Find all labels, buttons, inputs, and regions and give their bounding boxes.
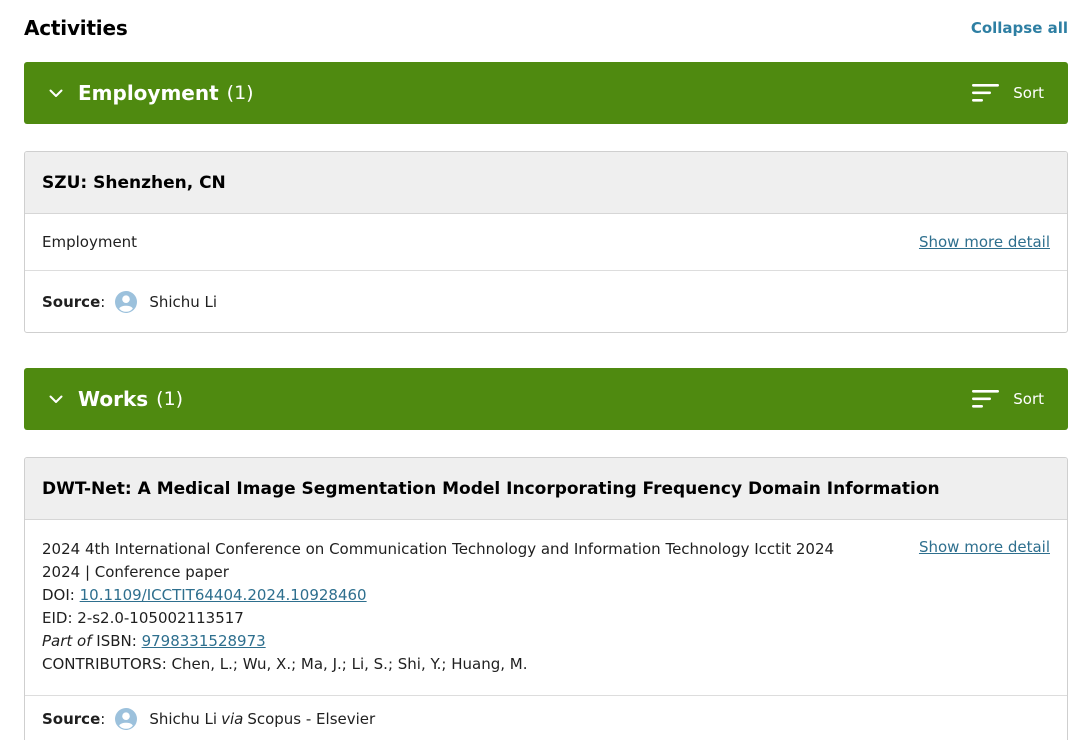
employment-sort-button[interactable]: Sort [971, 82, 1044, 104]
employment-section-header[interactable]: Employment (1) Sort [24, 62, 1068, 124]
chevron-down-icon[interactable] [48, 85, 64, 101]
works-section-count: (1) [156, 388, 184, 410]
works-section-title: Works [78, 387, 149, 411]
employment-type: Employment [42, 232, 138, 251]
source-via-label: via [221, 710, 244, 728]
work-details: 2024 4th International Conference on Com… [42, 538, 834, 676]
work-card-body: 2024 4th International Conference on Com… [25, 520, 1067, 696]
sort-lines-icon [971, 82, 1001, 104]
sort-lines-icon [971, 388, 1001, 410]
doi-link[interactable]: 10.1109/ICCTIT64404.2024.10928460 [80, 586, 367, 604]
work-card-header: DWT-Net: A Medical Image Segmentation Mo… [25, 458, 1067, 520]
work-show-more-detail-link[interactable]: Show more detail [919, 538, 1050, 556]
works-sort-button[interactable]: Sort [971, 388, 1044, 410]
chevron-down-icon[interactable] [48, 391, 64, 407]
isbn-link[interactable]: 9798331528973 [142, 632, 266, 650]
work-isbn-row: Part of ISBN: 9798331528973 [42, 630, 834, 653]
part-of-label: Part of [42, 632, 92, 650]
work-venue: 2024 4th International Conference on Com… [42, 540, 835, 558]
work-meta: 2024 | Conference paper [42, 563, 229, 581]
isbn-label: ISBN: [96, 632, 137, 650]
source-name: Shichu Li [149, 292, 218, 311]
employment-section-count: (1) [226, 82, 254, 104]
doi-label: DOI: [42, 586, 75, 604]
source-via-name: Scopus - Elsevier [247, 710, 376, 728]
source-name: Shichu Li [149, 710, 218, 728]
work-contributors: CONTRIBUTORS: Chen, L.; Wu, X.; Ma, J.; … [42, 655, 528, 673]
work-eid: EID: 2-s2.0-105002113517 [42, 609, 244, 627]
works-sort-label: Sort [1013, 390, 1044, 408]
employment-show-more-detail-link[interactable]: Show more detail [919, 233, 1050, 251]
employment-card-body: Employment Show more detail [25, 214, 1067, 271]
employment-card: SZU: Shenzhen, CN Employment Show more d… [24, 151, 1068, 333]
user-avatar-icon [115, 708, 138, 730]
work-title: DWT-Net: A Medical Image Segmentation Mo… [42, 478, 940, 499]
collapse-all-link[interactable]: Collapse all [971, 19, 1068, 37]
works-section-header[interactable]: Works (1) Sort [24, 368, 1068, 430]
work-doi-row: DOI: 10.1109/ICCTIT64404.2024.10928460 [42, 584, 834, 607]
work-card: DWT-Net: A Medical Image Segmentation Mo… [24, 457, 1068, 740]
user-avatar-icon [115, 290, 138, 313]
page-title: Activities [24, 16, 128, 40]
source-label: Source [42, 710, 101, 728]
employment-source-row: Source: Shichu Li [42, 290, 218, 313]
employment-card-header: SZU: Shenzhen, CN [25, 152, 1067, 214]
work-source-row: Source: Shichu Li via Scopus - Elsevier [42, 708, 376, 730]
source-label: Source [42, 292, 101, 311]
employment-sort-label: Sort [1013, 84, 1044, 102]
employment-org-title: SZU: Shenzhen, CN [42, 172, 226, 193]
employment-section-title: Employment [78, 81, 219, 105]
page-header: Activities Collapse all [24, 14, 1068, 42]
